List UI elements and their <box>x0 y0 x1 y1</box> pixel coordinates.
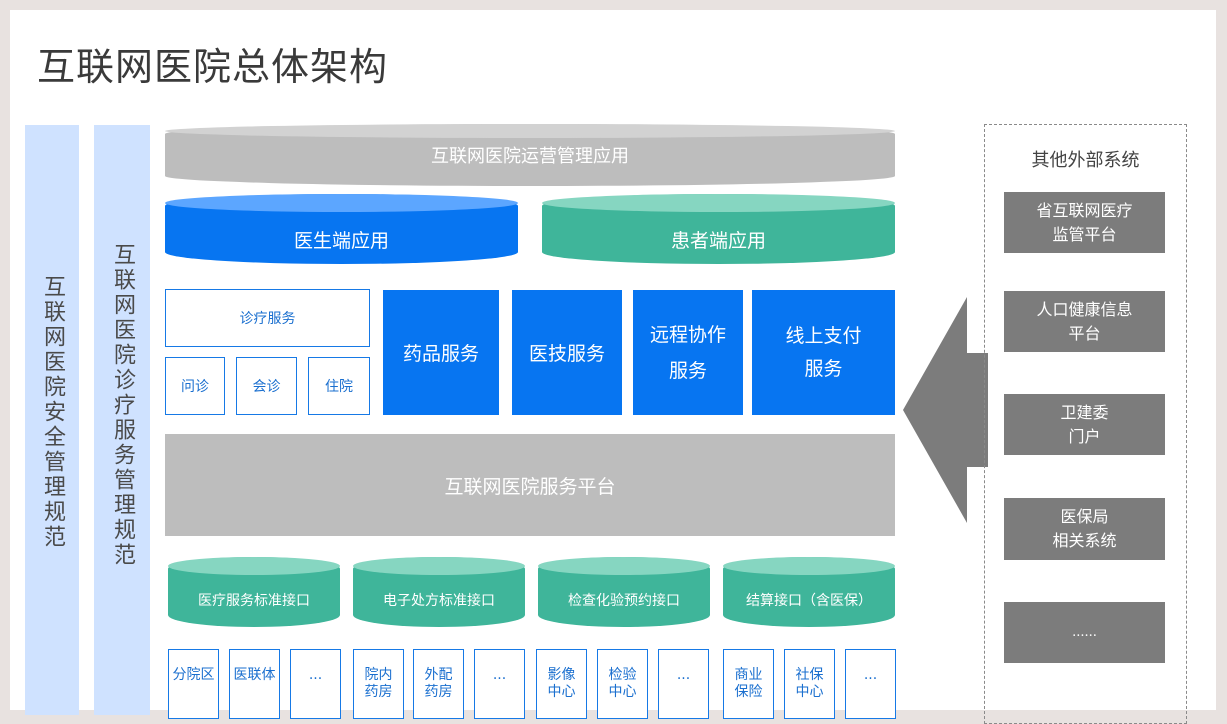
medical-alliance-box: 医联体 <box>229 649 280 719</box>
diagram-canvas: 互联网医院总体架构 互联网医院安全管理规范 互联网医院诊疗服务管理规范 互联网医… <box>10 10 1216 724</box>
consultation-service-box: 诊疗服务 <box>165 289 370 347</box>
provincial-supervision-platform-label: 省互联网医疗 监管平台 <box>1036 200 1133 244</box>
doctor-app-label: 医生端应用 <box>293 229 389 252</box>
provincial-supervision-platform-box: 省互联网医疗 监管平台 <box>1004 192 1165 253</box>
medical-tech-service-label: 医技服务 <box>528 343 605 365</box>
inquiry-box: 问诊 <box>165 357 225 415</box>
drug-service-box: 药品服务 <box>383 290 499 415</box>
remote-collaboration-service-box: 远程协作 服务 <box>633 290 743 415</box>
more-box: ... <box>474 649 525 719</box>
consultation-service-label: 诊疗服务 <box>239 311 296 327</box>
e-prescription-interface-cylinder: 电子处方标准接口 <box>353 557 525 627</box>
hospitalization-box: 住院 <box>308 357 370 415</box>
health-commission-portal-box: 卫建委 门户 <box>1004 394 1165 455</box>
joint-consultation-label: 会诊 <box>252 379 281 395</box>
medical-tech-service-box: 医技服务 <box>512 290 622 415</box>
medical-service-interface-cylinder: 医疗服务标准接口 <box>168 557 340 627</box>
more-external-systems-box: ...... <box>1004 602 1165 663</box>
e-prescription-interface-label: 电子处方标准接口 <box>383 593 495 609</box>
service-platform-box: 互联网医院服务平台 <box>165 434 895 536</box>
more-external-systems-label: ...... <box>1072 624 1097 640</box>
hospitalization-label: 住院 <box>325 379 353 395</box>
imaging-center-box: 影像 中心 <box>536 649 587 719</box>
cylinder-top <box>353 557 525 575</box>
more-box: ... <box>845 649 896 719</box>
more-box: ... <box>290 649 341 719</box>
more-box: ... <box>658 649 709 719</box>
social-security-center-box: 社保 中心 <box>784 649 835 719</box>
service-platform-label: 互联网医院服务平台 <box>444 475 616 498</box>
cylinder-top <box>168 557 340 575</box>
service-standard-label: 互联网医院诊疗服务管理规范 <box>110 243 135 568</box>
external-systems-heading: 其他外部系统 <box>1031 150 1140 171</box>
exam-booking-interface-label: 检查化验预约接口 <box>568 593 680 609</box>
external-pharmacy-box: 外配 药房 <box>413 649 464 719</box>
security-standard-label: 互联网医院安全管理规范 <box>40 275 65 550</box>
exam-booking-interface-cylinder: 检查化验预约接口 <box>538 557 710 627</box>
drug-service-label: 药品服务 <box>402 343 479 365</box>
cylinder-top <box>723 557 895 575</box>
ops-management-app-label: 互联网医院运营管理应用 <box>431 146 629 167</box>
inquiry-label: 问诊 <box>181 379 209 395</box>
security-standard-bar: 互联网医院安全管理规范 <box>25 125 79 715</box>
in-hospital-pharmacy-box: 院内 药房 <box>353 649 404 719</box>
settlement-interface-cylinder: 结算接口（含医保） <box>723 557 895 627</box>
health-commission-portal-label: 卫建委 门户 <box>1060 402 1109 446</box>
patient-app-cylinder: 患者端应用 <box>542 194 895 264</box>
ops-management-app-cylinder: 互联网医院运营管理应用 <box>165 124 895 186</box>
settlement-interface-label: 结算接口（含医保） <box>746 593 872 609</box>
cylinder-top <box>165 194 518 212</box>
joint-consultation-box: 会诊 <box>236 357 297 415</box>
doctor-app-cylinder: 医生端应用 <box>165 194 518 264</box>
left-arrow-icon <box>903 297 988 523</box>
medical-service-interface-label: 医疗服务标准接口 <box>198 593 310 609</box>
branch-campus-box: 分院区 <box>168 649 219 719</box>
online-payment-service-label: 线上支付 服务 <box>785 324 862 380</box>
online-payment-service-box: 线上支付 服务 <box>752 290 895 415</box>
medical-insurance-systems-label: 医保局 相关系统 <box>1052 507 1117 550</box>
cylinder-top <box>542 194 895 212</box>
commercial-insurance-box: 商业 保险 <box>723 649 774 719</box>
page-title: 互联网医院总体架构 <box>37 45 389 89</box>
cylinder-top <box>538 557 710 575</box>
medical-insurance-systems-box: 医保局 相关系统 <box>1004 498 1165 560</box>
population-health-platform-label: 人口健康信息 平台 <box>1036 299 1133 343</box>
population-health-platform-box: 人口健康信息 平台 <box>1004 291 1165 352</box>
service-standard-bar: 互联网医院诊疗服务管理规范 <box>94 125 150 715</box>
lab-center-box: 检验 中心 <box>597 649 648 719</box>
patient-app-label: 患者端应用 <box>670 229 766 252</box>
cylinder-top <box>165 124 895 138</box>
remote-collaboration-service-label: 远程协作 服务 <box>649 323 726 382</box>
